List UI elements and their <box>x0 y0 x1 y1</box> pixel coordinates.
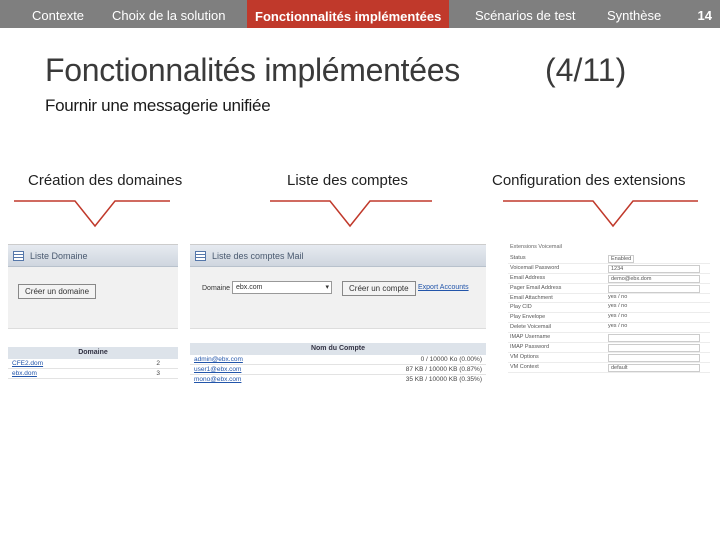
form-row: Status Enabled <box>508 254 710 264</box>
form-row-label: IMAP Username <box>510 334 551 341</box>
callout-connectors <box>14 200 698 228</box>
slide-title: Fonctionnalités implémentées <box>45 52 460 88</box>
radio-group[interactable]: yes / no <box>608 323 627 329</box>
domains-column-header: Domaine <box>8 347 178 359</box>
table-row[interactable]: ebx.dom 3 <box>8 369 178 379</box>
table-row[interactable]: CFE2.dom 2 <box>8 359 178 369</box>
nav-item-fonctionnalites[interactable]: Fonctionnalités implémentées <box>247 0 450 28</box>
form-row-input[interactable] <box>608 353 700 362</box>
form-row-label: VM Context <box>510 363 539 370</box>
form-row: IMAP Username <box>508 333 710 344</box>
form-row-input[interactable] <box>608 334 700 343</box>
nav-item-scenarios[interactable]: Scénarios de test <box>475 0 575 28</box>
domains-screenshot: Liste Domaine Créer un domaine Domaine C… <box>8 244 178 384</box>
domain-count: 3 <box>156 370 160 377</box>
top-navigation-bar: Contexte Choix de la solution Fonctionna… <box>0 0 720 28</box>
form-row-input[interactable] <box>608 284 700 293</box>
accounts-header: Liste des comptes Mail <box>190 245 486 267</box>
section-label-extensions: Configuration des extensions <box>492 172 686 189</box>
create-domain-button[interactable]: Créer un domaine <box>18 284 97 299</box>
form-row: VM Options <box>508 353 710 363</box>
form-row-input[interactable]: default <box>608 363 700 372</box>
chevron-down-icon: ▾ <box>325 284 329 291</box>
extensions-screenshot: Extensions Voicemail Status Enabled Voicem… <box>508 244 710 392</box>
domains-header-label: Liste Domaine <box>30 251 88 261</box>
accounts-screenshot: Liste des comptes Mail Domaine ebx.com ▾… <box>190 244 486 384</box>
nav-item-choix-solution[interactable]: Choix de la solution <box>112 0 225 28</box>
section-label-accounts: Liste des comptes <box>287 172 408 189</box>
account-link[interactable]: mono@ebx.com <box>194 375 241 384</box>
domain-select-label: Domaine <box>202 285 231 292</box>
form-row-label: VM Options <box>510 353 539 360</box>
list-icon <box>195 251 206 261</box>
nav-item-contexte[interactable]: Contexte <box>32 0 84 28</box>
create-account-button[interactable]: Créer un compte <box>342 281 416 296</box>
form-row-label: Play CID <box>510 304 532 311</box>
page-number: 14 <box>697 8 712 23</box>
radio-group[interactable]: yes / no <box>608 294 627 300</box>
domain-select-value: ebx.com <box>236 284 263 291</box>
form-row-label: IMAP Password <box>510 344 550 351</box>
form-row-label: Delete Voicemail <box>510 324 551 331</box>
callout-domains <box>14 200 170 228</box>
form-row: Email Attachment yes / no <box>508 294 710 304</box>
table-row[interactable]: user1@ebx.com 87 KB / 10000 KB (0.87%) <box>190 365 486 375</box>
form-row-input[interactable]: demo@ebx.dom <box>608 274 700 283</box>
list-icon <box>13 251 24 261</box>
form-row: Delete Voicemail yes / no <box>508 323 710 334</box>
form-row: Voicemail Password 1234 <box>508 264 710 274</box>
form-row: VM Context default <box>508 363 710 373</box>
form-row-label: Email Address <box>510 274 546 281</box>
domain-count: 2 <box>156 360 160 367</box>
account-link[interactable]: admin@ebx.com <box>194 355 243 365</box>
extensions-heading: Extensions Voicemail <box>510 244 562 250</box>
slide-subtitle: Fournir une messagerie unifiée <box>45 96 271 115</box>
section-label-domains: Création des domaines <box>28 172 183 189</box>
form-row-label: Pager Email Address <box>510 284 562 291</box>
form-row: Pager Email Address <box>508 284 710 294</box>
export-accounts-link[interactable]: Export Accounts <box>418 284 469 291</box>
form-row: Play Envelope yes / no <box>508 313 710 324</box>
accounts-header-label: Liste des comptes Mail <box>212 251 304 261</box>
radio-group[interactable]: yes / no <box>608 313 627 319</box>
account-quota: 35 KB / 10000 KB (0.35%) <box>405 376 482 383</box>
form-row-label: Status <box>510 255 526 261</box>
slide-counter: (4/11) <box>545 52 627 88</box>
form-row-label: Voicemail Password <box>510 264 560 271</box>
form-row: IMAP Password <box>508 343 710 353</box>
account-link[interactable]: user1@ebx.com <box>194 365 241 375</box>
extensions-form: Status Enabled Voicemail Password 1234 Email… <box>508 254 710 373</box>
domain-select[interactable]: ebx.com ▾ <box>232 281 332 294</box>
form-row-input[interactable] <box>608 344 700 353</box>
domains-header: Liste Domaine <box>8 245 178 267</box>
radio-group[interactable]: yes / no <box>608 303 627 309</box>
form-row-label: Email Attachment <box>510 294 553 301</box>
form-row: Email Address demo@ebx.dom <box>508 274 710 284</box>
domain-link[interactable]: ebx.dom <box>12 369 37 379</box>
callout-accounts <box>270 200 432 228</box>
form-row: Play CID yes / no <box>508 303 710 314</box>
account-quota: 0 / 10000 Ko (0.00%) <box>420 356 482 363</box>
account-quota: 87 KB / 10000 KB (0.87%) <box>405 366 482 373</box>
domain-link[interactable]: CFE2.dom <box>12 359 43 369</box>
form-row-input[interactable]: 1234 <box>608 264 700 273</box>
accounts-column-header: Nom du Compte <box>190 343 486 355</box>
form-row-input[interactable]: Enabled <box>608 255 634 263</box>
form-row-label: Play Envelope <box>510 314 546 321</box>
callout-extensions <box>503 200 698 228</box>
table-row[interactable]: mono@ebx.com 35 KB / 10000 KB (0.35%) <box>190 375 486 384</box>
nav-item-synthese[interactable]: Synthèse <box>607 0 661 28</box>
table-row[interactable]: admin@ebx.com 0 / 10000 Ko (0.00%) <box>190 355 486 365</box>
